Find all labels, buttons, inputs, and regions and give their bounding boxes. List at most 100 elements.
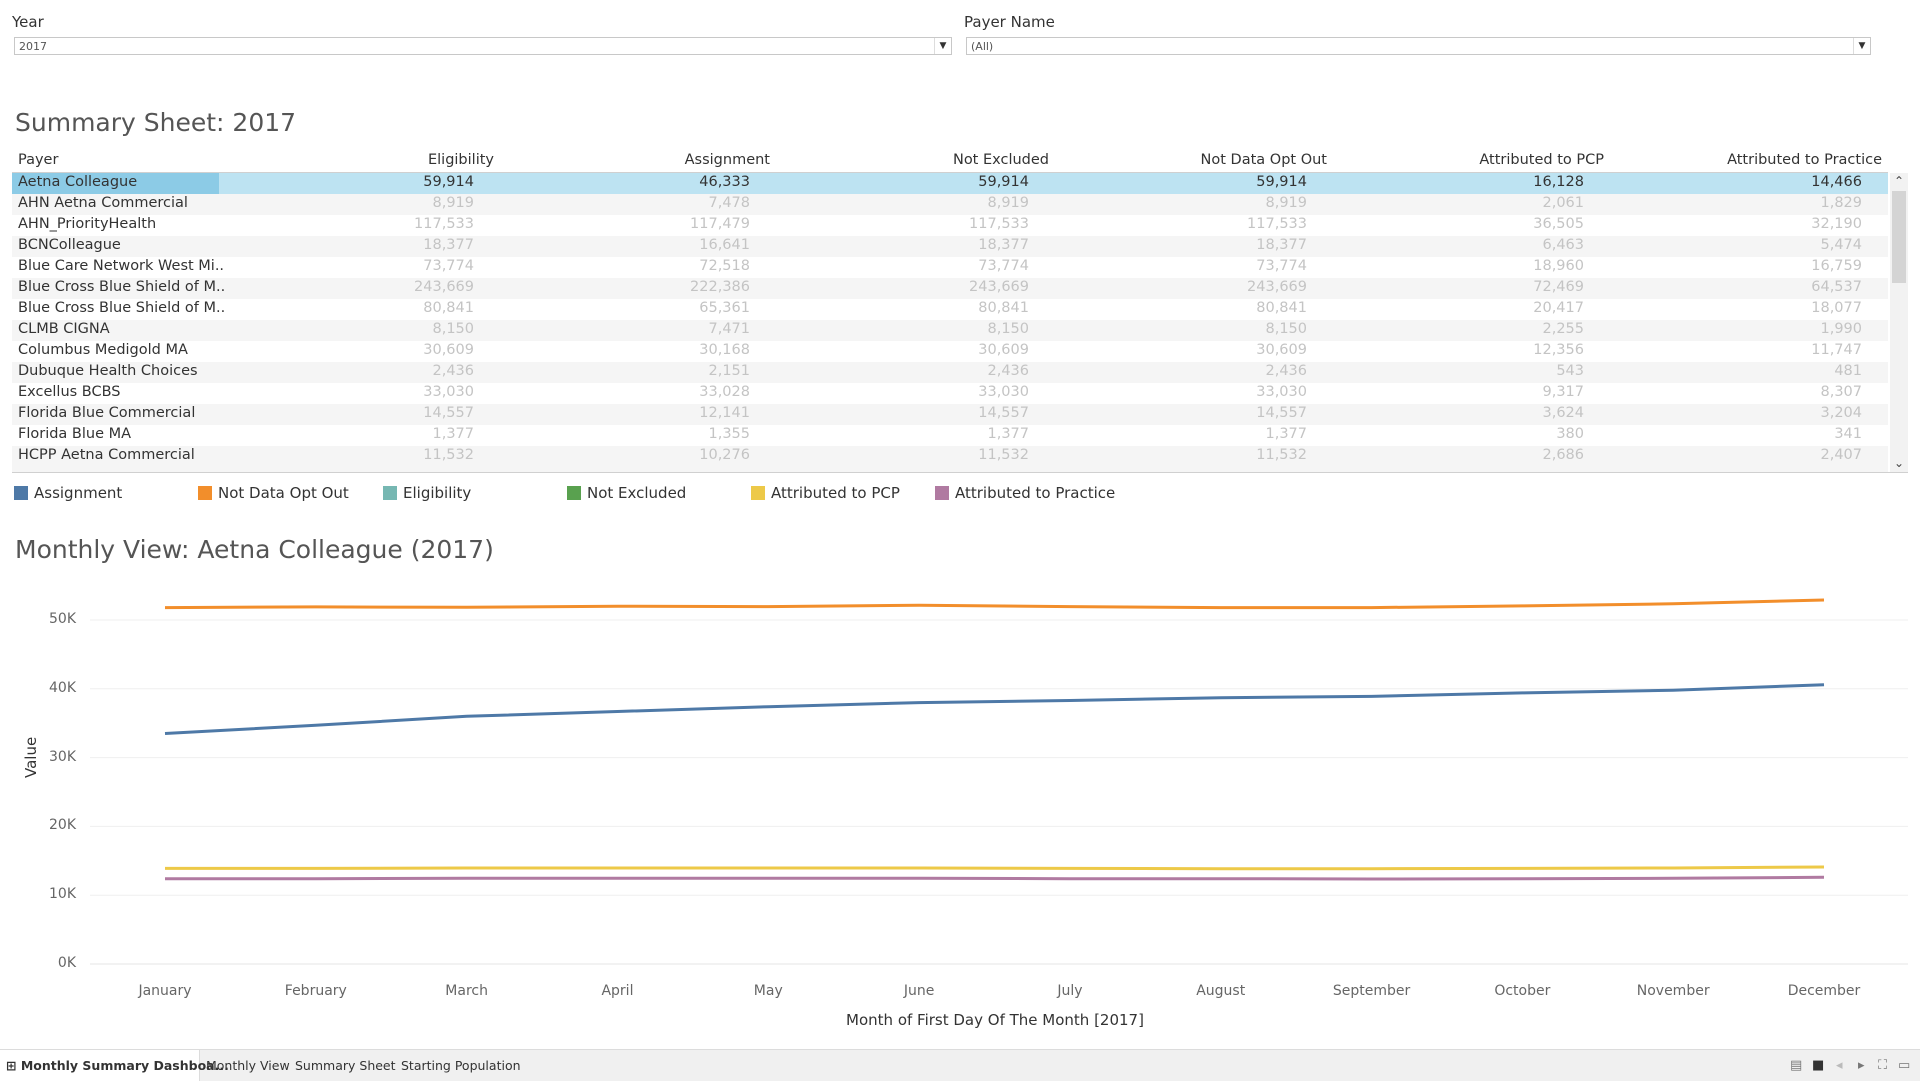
scroll-down-icon[interactable]: ⌄ [1890,456,1908,472]
chevron-down-icon[interactable]: ▼ [934,38,951,54]
value-cell[interactable]: 59,914 [978,174,1029,190]
value-cell[interactable]: 7,471 [708,321,750,337]
value-cell[interactable]: 11,532 [978,447,1029,463]
value-cell[interactable]: 65,361 [699,300,750,316]
tab-starting-population[interactable]: Starting Population [395,1050,527,1081]
value-cell[interactable]: 341 [1834,426,1862,442]
value-cell[interactable]: 18,377 [978,237,1029,253]
value-cell[interactable]: 59,914 [1256,174,1307,190]
filmstrip-icon[interactable]: ■ [1812,1058,1824,1073]
value-cell[interactable]: 30,609 [423,342,474,358]
legend-item[interactable]: Attributed to Practice [935,484,1115,502]
column-header-payer[interactable]: Payer [18,152,58,168]
value-cell[interactable]: 73,774 [978,258,1029,274]
value-cell[interactable]: 8,919 [987,195,1029,211]
column-header-assignment[interactable]: Assignment [685,152,770,168]
previous-icon[interactable]: ◂ [1836,1058,1843,1073]
value-cell[interactable]: 8,150 [1265,321,1307,337]
value-cell[interactable]: 30,609 [978,342,1029,358]
table-row[interactable]: AHN Aetna Commercial 8,919 7,478 8,919 8,919… [12,194,1888,215]
payer-cell[interactable]: CLMB CIGNA [18,321,110,337]
value-cell[interactable]: 7,478 [708,195,750,211]
value-cell[interactable]: 73,774 [423,258,474,274]
column-header-eligibility[interactable]: Eligibility [428,152,494,168]
value-cell[interactable]: 8,150 [432,321,474,337]
value-cell[interactable]: 5,474 [1820,237,1862,253]
value-cell[interactable]: 117,533 [969,216,1029,232]
value-cell[interactable]: 2,436 [987,363,1029,379]
table-row[interactable]: Dubuque Health Choices 2,436 2,151 2,436 2,4… [12,362,1888,383]
value-cell[interactable]: 33,030 [978,384,1029,400]
value-cell[interactable]: 33,028 [699,384,750,400]
value-cell[interactable]: 3,624 [1542,405,1584,421]
payer-cell[interactable]: Florida Blue Commercial [18,405,195,421]
legend-item[interactable]: Not Excluded [567,484,686,502]
value-cell[interactable]: 1,377 [1265,426,1307,442]
series-line[interactable] [164,683,1825,735]
table-row[interactable]: AHN_PriorityHealth 117,533 117,479 117,533 1… [12,215,1888,236]
value-cell[interactable]: 14,466 [1811,174,1862,190]
value-cell[interactable]: 14,557 [423,405,474,421]
value-cell[interactable]: 117,533 [1247,216,1307,232]
series-line[interactable] [164,598,1825,610]
value-cell[interactable]: 543 [1556,363,1584,379]
value-cell[interactable]: 222,386 [690,279,750,295]
tab-monthly-view[interactable]: Monthly View [200,1050,296,1081]
legend-item[interactable]: Not Data Opt Out [198,484,349,502]
payer-cell[interactable]: Blue Care Network West Mi.. [18,258,224,274]
table-row[interactable]: Blue Cross Blue Shield of M.. 243,669 222,… [12,278,1888,299]
series-line[interactable] [165,875,1825,881]
value-cell[interactable]: 16,759 [1811,258,1862,274]
value-cell[interactable]: 30,168 [699,342,750,358]
grid-view-icon[interactable]: ▤ [1790,1058,1802,1073]
value-cell[interactable]: 2,255 [1542,321,1584,337]
value-cell[interactable]: 117,533 [414,216,474,232]
value-cell[interactable]: 11,532 [1256,447,1307,463]
value-cell[interactable]: 80,841 [423,300,474,316]
value-cell[interactable]: 1,377 [432,426,474,442]
payer-cell[interactable]: Columbus Medigold MA [18,342,188,358]
value-cell[interactable]: 1,377 [987,426,1029,442]
value-cell[interactable]: 8,919 [1265,195,1307,211]
payer-filter-select[interactable]: (All) ▼ [966,37,1871,55]
table-row[interactable]: Florida Blue MA 1,377 1,355 1,377 1,377 380 34… [12,425,1888,446]
value-cell[interactable]: 2,061 [1542,195,1584,211]
value-cell[interactable]: 18,377 [1256,237,1307,253]
value-cell[interactable]: 73,774 [1256,258,1307,274]
table-row[interactable]: BCNColleague 18,377 16,641 18,377 18,377 6,46… [12,236,1888,257]
table-row[interactable]: Aetna Colleague 59,914 46,333 59,914 59,914 1… [12,173,1888,194]
value-cell[interactable]: 80,841 [1256,300,1307,316]
value-cell[interactable]: 117,479 [690,216,750,232]
value-cell[interactable]: 481 [1834,363,1862,379]
value-cell[interactable]: 72,469 [1533,279,1584,295]
payer-cell[interactable]: Aetna Colleague [18,174,137,190]
value-cell[interactable]: 6,463 [1542,237,1584,253]
payer-cell[interactable]: Blue Cross Blue Shield of M.. [18,279,225,295]
present-icon[interactable]: ▭ [1898,1058,1910,1073]
value-cell[interactable]: 12,141 [699,405,750,421]
payer-cell[interactable]: Florida Blue MA [18,426,131,442]
value-cell[interactable]: 59,914 [423,174,474,190]
value-cell[interactable]: 33,030 [423,384,474,400]
fullscreen-icon[interactable]: ⛶ [1878,1058,1887,1073]
tab-monthly-summary-dashboard[interactable]: ⊞ Monthly Summary Dashboa... [0,1050,229,1081]
tab-summary-sheet[interactable]: Summary Sheet [289,1050,402,1081]
column-header-not-data-opt-out[interactable]: Not Data Opt Out [1201,152,1327,168]
value-cell[interactable]: 8,307 [1820,384,1862,400]
table-row[interactable]: Blue Care Network West Mi.. 73,774 72,518 7… [12,257,1888,278]
value-cell[interactable]: 16,641 [699,237,750,253]
value-cell[interactable]: 33,030 [1256,384,1307,400]
value-cell[interactable]: 9,317 [1542,384,1584,400]
table-row[interactable]: Excellus BCBS 33,030 33,028 33,030 33,030 9,3… [12,383,1888,404]
value-cell[interactable]: 1,829 [1820,195,1862,211]
value-cell[interactable]: 20,417 [1533,300,1584,316]
value-cell[interactable]: 14,557 [1256,405,1307,421]
legend-item[interactable]: Assignment [14,484,122,502]
value-cell[interactable]: 2,436 [432,363,474,379]
value-cell[interactable]: 18,960 [1533,258,1584,274]
value-cell[interactable]: 36,505 [1533,216,1584,232]
payer-cell[interactable]: Blue Cross Blue Shield of M.. [18,300,225,316]
value-cell[interactable]: 72,518 [699,258,750,274]
value-cell[interactable]: 3,204 [1820,405,1862,421]
table-row[interactable]: Blue Cross Blue Shield of M.. 80,841 65,36… [12,299,1888,320]
